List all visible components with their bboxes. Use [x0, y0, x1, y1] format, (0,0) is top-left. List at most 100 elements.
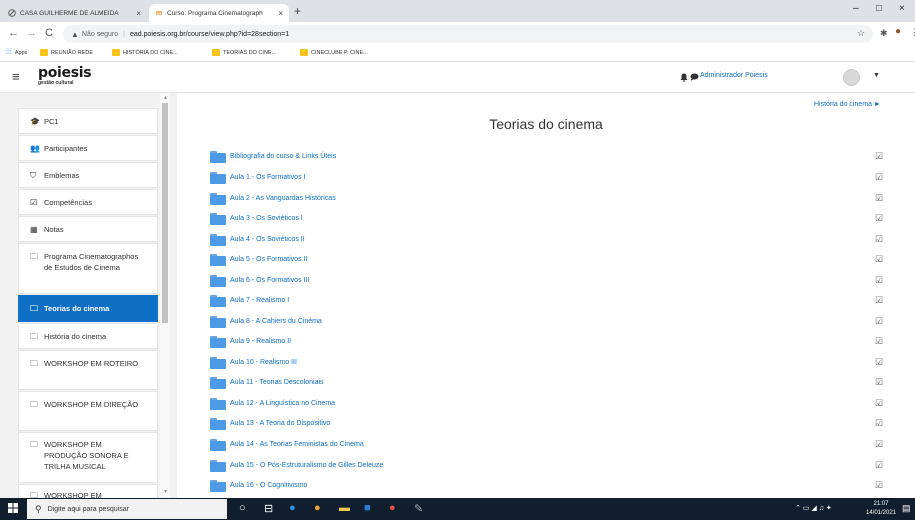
reload-button[interactable]: C [45, 27, 53, 39]
activity-link[interactable]: Aula 15 - O Pós-Estruturalismo de Gilles… [230, 462, 383, 469]
completion-checkbox[interactable]: ☑ [874, 357, 884, 367]
more-menu-icon[interactable]: ⋮ [910, 27, 915, 38]
completion-checkbox[interactable]: ☑ [874, 398, 884, 408]
activity-row[interactable]: Aula 6 - Os Formativos III ☑ [210, 272, 883, 289]
activity-link[interactable]: Aula 1 - Os Formativos I [230, 174, 305, 181]
activity-row[interactable]: Aula 11 - Teorias Descoloniais ☑ [210, 374, 883, 391]
activity-link[interactable]: Aula 16 - O Cognitivismo [230, 482, 307, 489]
tab-close-icon[interactable]: × [136, 9, 141, 18]
drawer-item-teorias[interactable]: 🗀 Teorias do cinema [18, 295, 158, 322]
completion-checkbox[interactable]: ☑ [874, 275, 884, 285]
taskbar-search-input[interactable]: ⚲ Digite aqui para pesquisar [27, 499, 227, 519]
activity-link[interactable]: Aula 13 - A Teoria do Dispositivo [230, 420, 330, 427]
completion-checkbox[interactable]: ☑ [874, 234, 884, 244]
bookmark-cineclube[interactable]: CINECLUBE P. CINE... [300, 49, 368, 56]
activity-row[interactable]: Aula 1 - Os Formativos I ☑ [210, 169, 883, 186]
activity-link[interactable]: Aula 6 - Os Formativos III [230, 277, 309, 284]
activity-row[interactable]: Aula 5 - Os Formativos II ☑ [210, 251, 883, 268]
drawer-item-emblemas[interactable]: ⛉ Emblemas [18, 162, 158, 188]
activity-link[interactable]: Aula 11 - Teorias Descoloniais [230, 379, 324, 386]
star-icon[interactable]: ☆ [857, 28, 865, 39]
completion-checkbox[interactable]: ☑ [874, 377, 884, 387]
taskbar-clock[interactable]: 21:07 14/01/2021 [866, 500, 896, 518]
drawer-item-competencias[interactable]: ☑ Competências [18, 189, 158, 215]
activity-link[interactable]: Aula 7 - Realismo I [230, 297, 289, 304]
chrome-alt-icon[interactable]: ● [389, 502, 396, 514]
drawer-item-workshop-producao[interactable]: 🗀 WORKSHOP EM PRODUÇÃO SONORA E TRILHA M… [18, 432, 158, 483]
activity-row[interactable]: Aula 7 - Realismo I ☑ [210, 292, 883, 309]
user-name[interactable]: Administrador Poiesis [700, 72, 768, 79]
activity-link[interactable]: Aula 14 - As Teorias Feministas do Cinem… [230, 441, 364, 448]
bookmark-historia-cinema[interactable]: HISTÓRIA DO CINE... [112, 49, 178, 56]
activity-row[interactable]: Aula 2 - As Vanguardas Históricas ☑ [210, 190, 883, 207]
activity-row[interactable]: Aula 10 - Realismo III ☑ [210, 354, 883, 371]
next-section-link[interactable]: História do cinema ► [814, 101, 881, 108]
file-explorer-icon[interactable]: ▬ [339, 502, 350, 514]
hamburger-menu-icon[interactable]: ≡ [12, 69, 20, 84]
task-view-icon[interactable]: ⊟ [264, 502, 273, 515]
drawer-item-programa[interactable]: 🗀 Programa Cinematographos de Estudos de… [18, 243, 158, 294]
activity-row[interactable]: Aula 15 - O Pós-Estruturalismo de Gilles… [210, 457, 883, 474]
drawer-item-workshop-direcao[interactable]: 🗀 WORKSHOP EM DIREÇÃO [18, 391, 158, 431]
app-icon[interactable]: ✎ [414, 502, 423, 515]
activity-link[interactable]: Aula 12 - A Linguística no Cinema [230, 400, 335, 407]
tab-close-icon[interactable]: × [278, 9, 283, 18]
activity-link[interactable]: Aula 10 - Realismo III [230, 359, 297, 366]
avatar[interactable] [843, 69, 860, 86]
completion-checkbox[interactable]: ☑ [874, 460, 884, 470]
activity-row[interactable]: Aula 4 - Os Soviéticos II ☑ [210, 231, 883, 248]
edge-icon[interactable]: ● [289, 502, 296, 514]
completion-checkbox[interactable]: ☑ [874, 213, 884, 223]
maximize-button[interactable]: □ [876, 3, 882, 14]
completion-checkbox[interactable]: ☑ [874, 316, 884, 326]
scroll-up-icon[interactable]: ▲ [163, 95, 168, 101]
activity-link[interactable]: Aula 4 - Os Soviéticos II [230, 236, 305, 243]
tab-casa-guilherme[interactable]: CASA GUILHERME DE ALMEIDA × [2, 4, 147, 22]
activity-link[interactable]: Aula 2 - As Vanguardas Históricas [230, 195, 336, 202]
activity-link[interactable]: Aula 3 - Os Soviéticos I [230, 215, 303, 222]
message-icon[interactable] [690, 73, 699, 83]
completion-checkbox[interactable]: ☑ [874, 418, 884, 428]
site-logo[interactable]: poiesis [38, 66, 92, 80]
tab-course[interactable]: m Curso: Programa Cinematograph × [149, 4, 289, 22]
activity-row[interactable]: Aula 3 - Os Soviéticos I ☑ [210, 210, 883, 227]
completion-checkbox[interactable]: ☑ [874, 151, 884, 161]
close-window-button[interactable]: × [899, 3, 905, 14]
system-tray-icons[interactable]: ⌃ ▭ ◢ ♫ ✦ [795, 504, 832, 512]
activity-link[interactable]: Aula 9 - Realismo II [230, 338, 291, 345]
drawer-item-pc1[interactable]: 🎓 PC1 [18, 108, 158, 134]
activity-row[interactable]: Aula 9 - Realismo II ☑ [210, 333, 883, 350]
completion-checkbox[interactable]: ☑ [874, 172, 884, 182]
warning-icon[interactable]: ▲ [71, 30, 79, 39]
windows-start-icon[interactable] [8, 503, 18, 516]
activity-row[interactable]: Aula 12 - A Linguística no Cinema ☑ [210, 395, 883, 412]
activity-row[interactable]: Aula 16 - O Cognitivismo ☑ [210, 477, 883, 494]
activity-link[interactable]: Bibliografia do curso & Links Úteis [230, 153, 336, 160]
drawer-item-participantes[interactable]: 👥 Participantes [18, 135, 158, 161]
new-tab-button[interactable]: + [294, 4, 301, 18]
activity-row[interactable]: Aula 14 - As Teorias Feministas do Cinem… [210, 436, 883, 453]
drawer-item-notas[interactable]: ▦ Notas [18, 216, 158, 242]
completion-checkbox[interactable]: ☑ [874, 480, 884, 490]
activity-row[interactable]: Aula 8 - A Cahiers du Cinéma ☑ [210, 313, 883, 330]
extension-icon[interactable]: ✱ [880, 28, 888, 39]
bell-icon[interactable] [680, 73, 688, 84]
activity-row[interactable]: Bibliografia do curso & Links Úteis ☑ [210, 148, 883, 165]
word-icon[interactable]: ■ [364, 502, 371, 514]
cortana-icon[interactable]: ○ [239, 502, 246, 514]
completion-checkbox[interactable]: ☑ [874, 295, 884, 305]
scroll-down-icon[interactable]: ▼ [163, 489, 168, 495]
completion-checkbox[interactable]: ☑ [874, 439, 884, 449]
bookmark-apps[interactable]: ⁞⁞⁞ Apps [6, 49, 27, 56]
bookmark-teorias-cinema[interactable]: TEORIAS DO CINE... [212, 49, 276, 56]
forward-button[interactable]: → [26, 27, 37, 39]
activity-link[interactable]: Aula 8 - A Cahiers du Cinéma [230, 318, 322, 325]
drawer-item-historia[interactable]: 🗀 História do cinema [18, 323, 158, 349]
bookmark-reuniao-rede[interactable]: REUNIÃO REDE [40, 49, 93, 56]
activity-link[interactable]: Aula 5 - Os Formativos II [230, 256, 307, 263]
completion-checkbox[interactable]: ☑ [874, 193, 884, 203]
chrome-icon[interactable]: ● [314, 502, 321, 514]
drawer-item-workshop[interactable]: 🗀 WORKSHOP EM [18, 484, 158, 498]
completion-checkbox[interactable]: ☑ [874, 336, 884, 346]
notification-icon[interactable]: ▤ [902, 503, 911, 514]
